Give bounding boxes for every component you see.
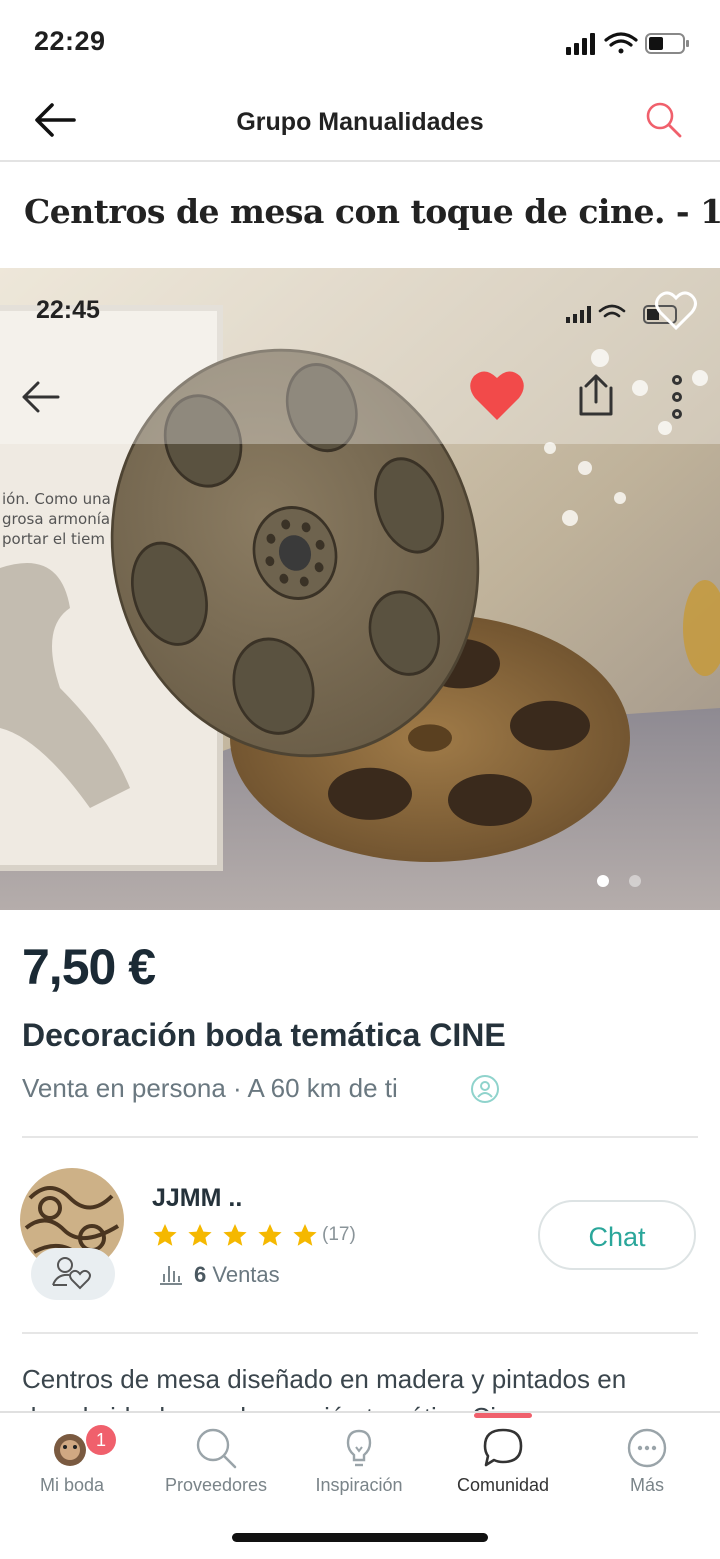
- battery-icon: [645, 33, 689, 54]
- tab-label: Proveedores: [164, 1475, 268, 1495]
- post-photo[interactable]: ión. Como una c grosa armonía portar el …: [0, 268, 720, 910]
- tab-mi-boda[interactable]: 1 Mi boda: [0, 1413, 144, 1513]
- divider: [22, 1136, 698, 1138]
- more-horizontal-icon: [624, 1425, 670, 1471]
- star-icon: [293, 1224, 317, 1246]
- seller-name[interactable]: JJMM ..: [152, 1184, 242, 1213]
- wifi-icon: [604, 32, 638, 54]
- active-tab-indicator: [474, 1413, 532, 1418]
- header: Grupo Manualidades: [0, 80, 720, 162]
- status-time: 22:29: [34, 26, 106, 56]
- chat-button[interactable]: Chat: [538, 1200, 696, 1270]
- tab-proveedores[interactable]: Proveedores: [144, 1413, 288, 1513]
- star-icon: [223, 1224, 247, 1246]
- search-button[interactable]: [642, 98, 686, 142]
- svg-text:ión. Como una c: ión. Como una c: [2, 490, 124, 508]
- star-icon: [258, 1224, 282, 1246]
- tab-inspiracion[interactable]: Inspiración: [287, 1413, 431, 1513]
- chat-bubble-icon: [480, 1425, 526, 1471]
- tab-label: Mi boda: [39, 1475, 105, 1495]
- star-icon: [188, 1224, 212, 1246]
- tab-label: Inspiración: [315, 1475, 403, 1495]
- page-title: Grupo Manualidades: [236, 108, 484, 136]
- person-circle-icon: [469, 1073, 501, 1105]
- follow-user-icon: [52, 1257, 91, 1290]
- follow-badge[interactable]: [31, 1248, 115, 1300]
- tab-mas[interactable]: Más: [575, 1413, 719, 1513]
- lightbulb-icon: [336, 1425, 382, 1471]
- svg-text:grosa armonía: grosa armonía: [2, 510, 110, 528]
- price: 7,50 €: [22, 939, 156, 995]
- svg-text:portar el tiem: portar el tiem: [2, 530, 105, 548]
- search-icon: [193, 1425, 239, 1471]
- item-location: Venta en persona · A 60 km de ti: [22, 1073, 398, 1103]
- search-icon: [646, 102, 682, 138]
- rating-stars: [152, 1222, 320, 1255]
- review-count: (17): [322, 1224, 356, 1245]
- divider: [22, 1332, 698, 1334]
- tab-label: Comunidad: [456, 1475, 550, 1495]
- tab-comunidad[interactable]: Comunidad: [431, 1413, 575, 1513]
- notification-badge: 1: [86, 1425, 116, 1455]
- post-title: Centros de mesa con toque de cine. - 1: [24, 192, 720, 231]
- bar-chart-icon: [158, 1262, 184, 1286]
- signal-icon: [566, 33, 595, 55]
- star-icon: [153, 1224, 177, 1246]
- carousel-dot-active: [597, 875, 609, 887]
- photo-inner-time: 22:45: [36, 296, 100, 324]
- item-title: Decoración boda temática CINE: [22, 1017, 506, 1053]
- tab-label: Más: [629, 1475, 664, 1495]
- status-icons: [566, 30, 690, 56]
- home-indicator[interactable]: [232, 1533, 488, 1542]
- sales-count: 6 Ventas: [194, 1262, 280, 1287]
- carousel-dot: [629, 875, 641, 887]
